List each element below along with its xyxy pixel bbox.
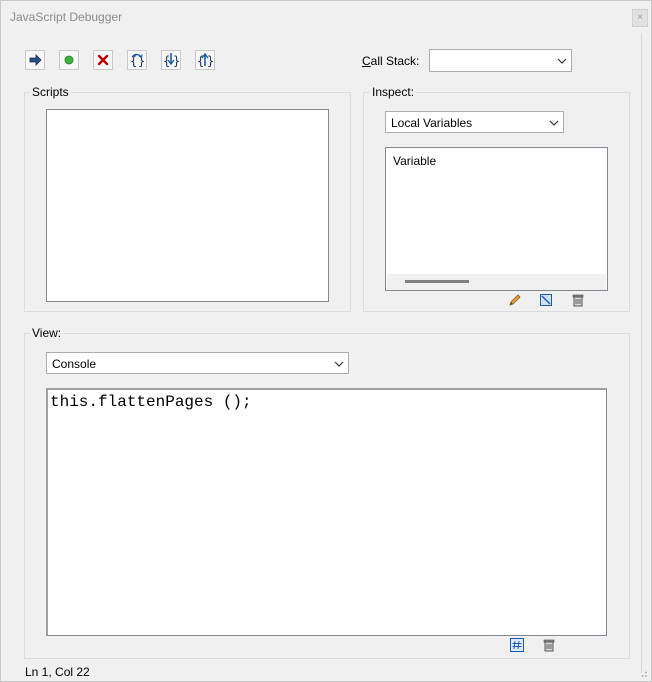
view-dropdown[interactable]: Console (46, 352, 349, 374)
pause-button[interactable] (59, 50, 79, 70)
chevron-down-icon (334, 361, 344, 367)
view-selected: Console (52, 357, 97, 371)
step-over-button[interactable]: { } (127, 50, 147, 70)
inspect-dropdown[interactable]: Local Variables (385, 111, 564, 133)
window-title: JavaScript Debugger (10, 10, 123, 24)
title-bar[interactable]: JavaScript Debugger × (1, 1, 651, 33)
step-into-icon: { } (163, 53, 179, 68)
chevron-down-icon (549, 120, 559, 126)
right-border (641, 33, 652, 673)
step-over-icon: { } (130, 53, 145, 68)
inspect-label: Inspect: (370, 85, 417, 99)
variable-column-header: Variable (393, 154, 437, 168)
resume-button[interactable] (25, 50, 45, 70)
step-out-icon: { } (197, 52, 213, 68)
variables-list[interactable]: Variable (385, 147, 608, 291)
console-textarea[interactable]: this.flattenPages (); (46, 388, 607, 636)
step-out-button[interactable]: { } (195, 50, 215, 70)
call-stack-label: Call Stack: (362, 54, 420, 68)
resize-grip-icon[interactable] (638, 668, 648, 678)
green-dot-icon (64, 55, 74, 65)
stop-button[interactable] (93, 50, 113, 70)
horizontal-scrollbar[interactable] (387, 274, 606, 290)
scrollbar-thumb[interactable] (405, 280, 469, 283)
trash-icon[interactable] (570, 292, 586, 308)
cursor-position-status: Ln 1, Col 22 (25, 665, 90, 679)
close-button[interactable]: × (632, 9, 648, 27)
console-text: this.flattenPages (); (50, 393, 252, 411)
pencil-icon[interactable] (507, 292, 523, 308)
red-x-icon (97, 54, 109, 66)
debugger-window: JavaScript Debugger × { } { } (0, 0, 652, 682)
view-label: View: (30, 326, 64, 340)
chevron-down-icon (557, 58, 567, 64)
call-stack-dropdown[interactable] (429, 49, 572, 72)
scripts-list[interactable] (46, 109, 329, 302)
step-into-button[interactable]: { } (161, 50, 181, 70)
trash-icon[interactable] (541, 637, 557, 653)
arrow-right-icon (29, 54, 42, 66)
svg-text:}: } (207, 54, 213, 68)
edit-value-icon[interactable] (538, 292, 554, 308)
inspect-selected: Local Variables (391, 116, 473, 130)
hash-icon[interactable] (509, 637, 525, 653)
scripts-label: Scripts (30, 85, 71, 99)
